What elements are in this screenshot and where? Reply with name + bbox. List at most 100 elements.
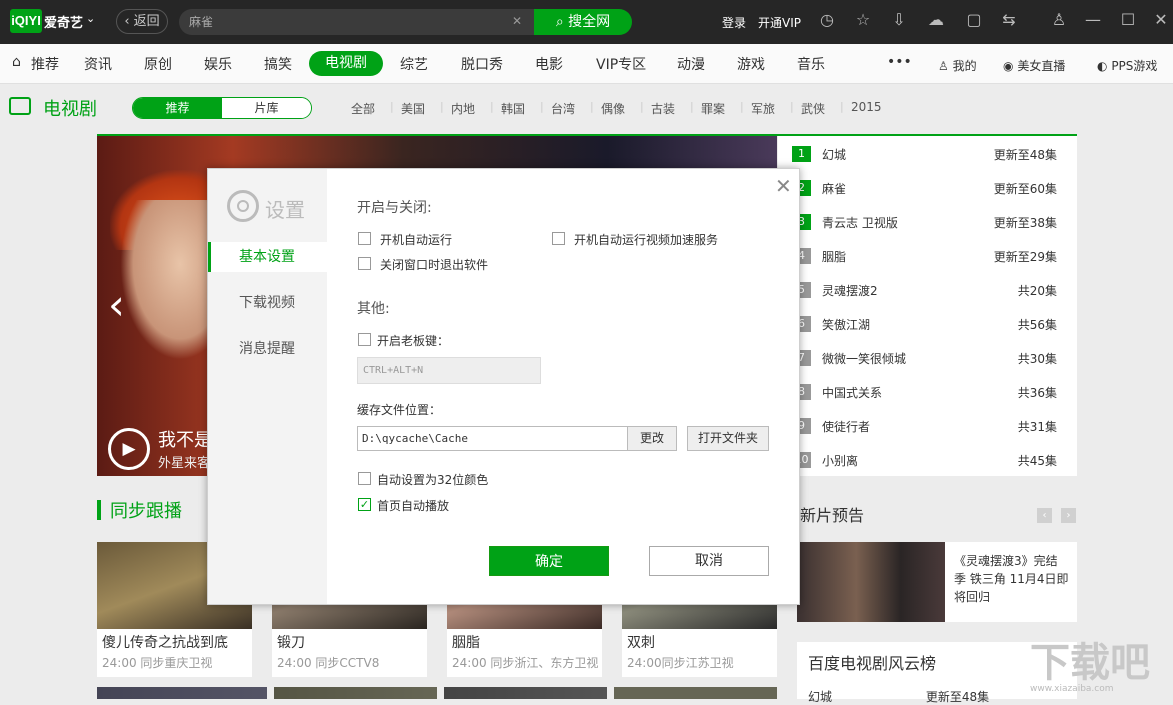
star-icon[interactable]: ☆ [852,10,874,29]
vip-link[interactable]: 开通VIP [758,14,801,31]
accel-service-label[interactable]: 开机自动运行视频加速服务 [574,231,718,248]
nav-item-recommend[interactable]: 推荐 [31,54,59,74]
list-item[interactable]: 7 微微一笑很倾城 共30集 [792,348,1057,368]
nav-item-entertainment[interactable]: 娱乐 [204,54,232,74]
banner-title[interactable]: 我不是 [158,426,212,452]
skin-icon[interactable]: ♙ [1048,10,1070,29]
nav-item-music[interactable]: 音乐 [797,54,825,74]
nav-item-funny[interactable]: 搞笑 [264,54,292,74]
list-item[interactable]: 1 幻城 更新至48集 [792,144,1057,164]
close-icon[interactable]: ✕ [1150,10,1172,29]
accel-service-checkbox[interactable] [552,232,565,245]
chevron-right-icon[interactable]: › [1061,508,1076,523]
preview-text[interactable]: 《灵魂摆渡3》完结季 铁三角 11月4日即将回归 [954,552,1069,606]
list-item[interactable]: 幻城 更新至48集 [808,688,989,705]
toggle-recommend[interactable]: 推荐 [133,98,222,118]
tab-basic-settings[interactable]: 基本设置 [208,242,327,272]
cancel-button[interactable]: 取消 [649,546,769,576]
card-title[interactable]: 傻儿传奇之抗战到底 [102,632,228,652]
rank-title[interactable]: 幻城 [808,690,832,704]
nav-item-tv[interactable]: 电视剧 [309,51,383,76]
maximize-icon[interactable]: ☐ [1117,10,1139,29]
autoplay-label[interactable]: 首页自动播放 [377,497,449,514]
boss-key-label[interactable]: 开启老板键： [377,332,449,349]
color-32bit-label[interactable]: 自动设置为32位颜色 [377,471,488,488]
category-wuxia[interactable]: 武侠 [801,100,825,117]
live-link[interactable]: ◉ 美女直播 [1003,57,1065,74]
brand-name[interactable]: 爱奇艺 [44,12,83,31]
category-crime[interactable]: 罪案 [701,100,725,117]
rank-title[interactable]: 中国式关系 [822,384,882,401]
card-title[interactable]: 锻刀 [277,632,305,652]
category-mainland[interactable]: 内地 [451,100,475,117]
iqiyi-logo[interactable]: iQIYI [10,9,42,33]
category-2015[interactable]: 2015 [851,100,882,114]
more-icon[interactable]: ••• [887,54,912,70]
clear-icon[interactable]: ✕ [512,14,522,28]
nav-item-original[interactable]: 原创 [144,54,172,74]
home-icon[interactable]: ⌂ [12,54,21,70]
cache-path-input[interactable]: D:\qycache\Cache [357,426,628,451]
login-link[interactable]: 登录 [722,14,746,31]
list-item[interactable]: 5 灵魂摆渡2 共20集 [792,280,1057,300]
autostart-checkbox[interactable] [358,232,371,245]
nav-item-news[interactable]: 资讯 [84,54,112,74]
next-row-thumbnails[interactable] [97,687,777,699]
rank-title[interactable]: 灵魂摆渡2 [822,282,878,299]
list-item[interactable]: 8 中国式关系 共36集 [792,382,1057,402]
card-title[interactable]: 胭脂 [452,632,480,652]
toggle-library[interactable]: 片库 [222,98,311,118]
close-icon[interactable]: ✕ [775,174,792,198]
open-folder-button[interactable]: 打开文件夹 [687,426,769,451]
list-item[interactable]: 4 胭脂 更新至29集 [792,246,1057,266]
category-all[interactable]: 全部 [351,100,375,117]
rank-title[interactable]: 使徒行者 [822,418,870,435]
download-icon[interactable]: ⇩ [888,10,910,29]
transfer-icon[interactable]: ⇆ [998,10,1020,29]
nav-item-talkshow[interactable]: 脱口秀 [461,54,503,74]
search-input[interactable]: 麻雀 [179,9,534,35]
rank-title[interactable]: 胭脂 [822,248,846,265]
rank-title[interactable]: 青云志 卫视版 [822,214,898,231]
change-path-button[interactable]: 更改 [627,426,677,451]
autostart-label[interactable]: 开机自动运行 [380,231,452,248]
nav-item-variety[interactable]: 综艺 [400,54,428,74]
exit-on-close-label[interactable]: 关闭窗口时退出软件 [380,256,488,273]
rank-title[interactable]: 麻雀 [822,180,846,197]
list-item[interactable]: 9 使徒行者 共31集 [792,416,1057,436]
rank-title[interactable]: 微微一笑很倾城 [822,350,906,367]
tab-notifications[interactable]: 消息提醒 [208,334,327,364]
nav-item-games[interactable]: 游戏 [737,54,765,74]
tab-download-video[interactable]: 下载视频 [208,288,327,318]
category-costume[interactable]: 古装 [651,100,675,117]
play-icon[interactable]: ▶ [108,428,150,470]
chevron-down-icon[interactable]: ⌄ [86,12,95,25]
chevron-left-icon[interactable]: ‹ [1037,508,1052,523]
category-military[interactable]: 军旅 [751,100,775,117]
confirm-button[interactable]: 确定 [489,546,609,576]
list-item[interactable]: 3 青云志 卫视版 更新至38集 [792,212,1057,232]
nav-item-anime[interactable]: 动漫 [677,54,705,74]
color-32bit-checkbox[interactable] [358,472,371,485]
rank-title[interactable]: 笑傲江湖 [822,316,870,333]
back-button[interactable]: ‹ 返回 [116,9,168,34]
list-item[interactable]: 2 麻雀 更新至60集 [792,178,1057,198]
view-toggle[interactable]: 推荐 片库 [132,97,312,119]
rank-title[interactable]: 幻城 [822,146,846,163]
category-idol[interactable]: 偶像 [601,100,625,117]
boss-key-checkbox[interactable] [358,333,371,346]
category-taiwan[interactable]: 台湾 [551,100,575,117]
cloud-upload-icon[interactable]: ☁ [925,10,947,29]
autoplay-checkbox[interactable]: ✓ [358,498,371,511]
list-item[interactable]: 10 小别离 共45集 [792,450,1057,470]
card-title[interactable]: 双刺 [627,632,655,652]
list-item[interactable]: 6 笑傲江湖 共56集 [792,314,1057,334]
nav-item-movie[interactable]: 电影 [535,54,563,74]
pps-games-link[interactable]: ◐ PPS游戏 [1097,57,1157,74]
category-korea[interactable]: 韩国 [501,100,525,117]
hotkey-field[interactable]: CTRL+ALT+N [357,357,541,384]
rank-title[interactable]: 小别离 [822,452,858,469]
chevron-left-icon[interactable]: ‹ [108,280,125,329]
search-all-button[interactable]: ⌕ 搜全网 [534,9,632,35]
message-icon[interactable]: ▢ [963,10,985,29]
